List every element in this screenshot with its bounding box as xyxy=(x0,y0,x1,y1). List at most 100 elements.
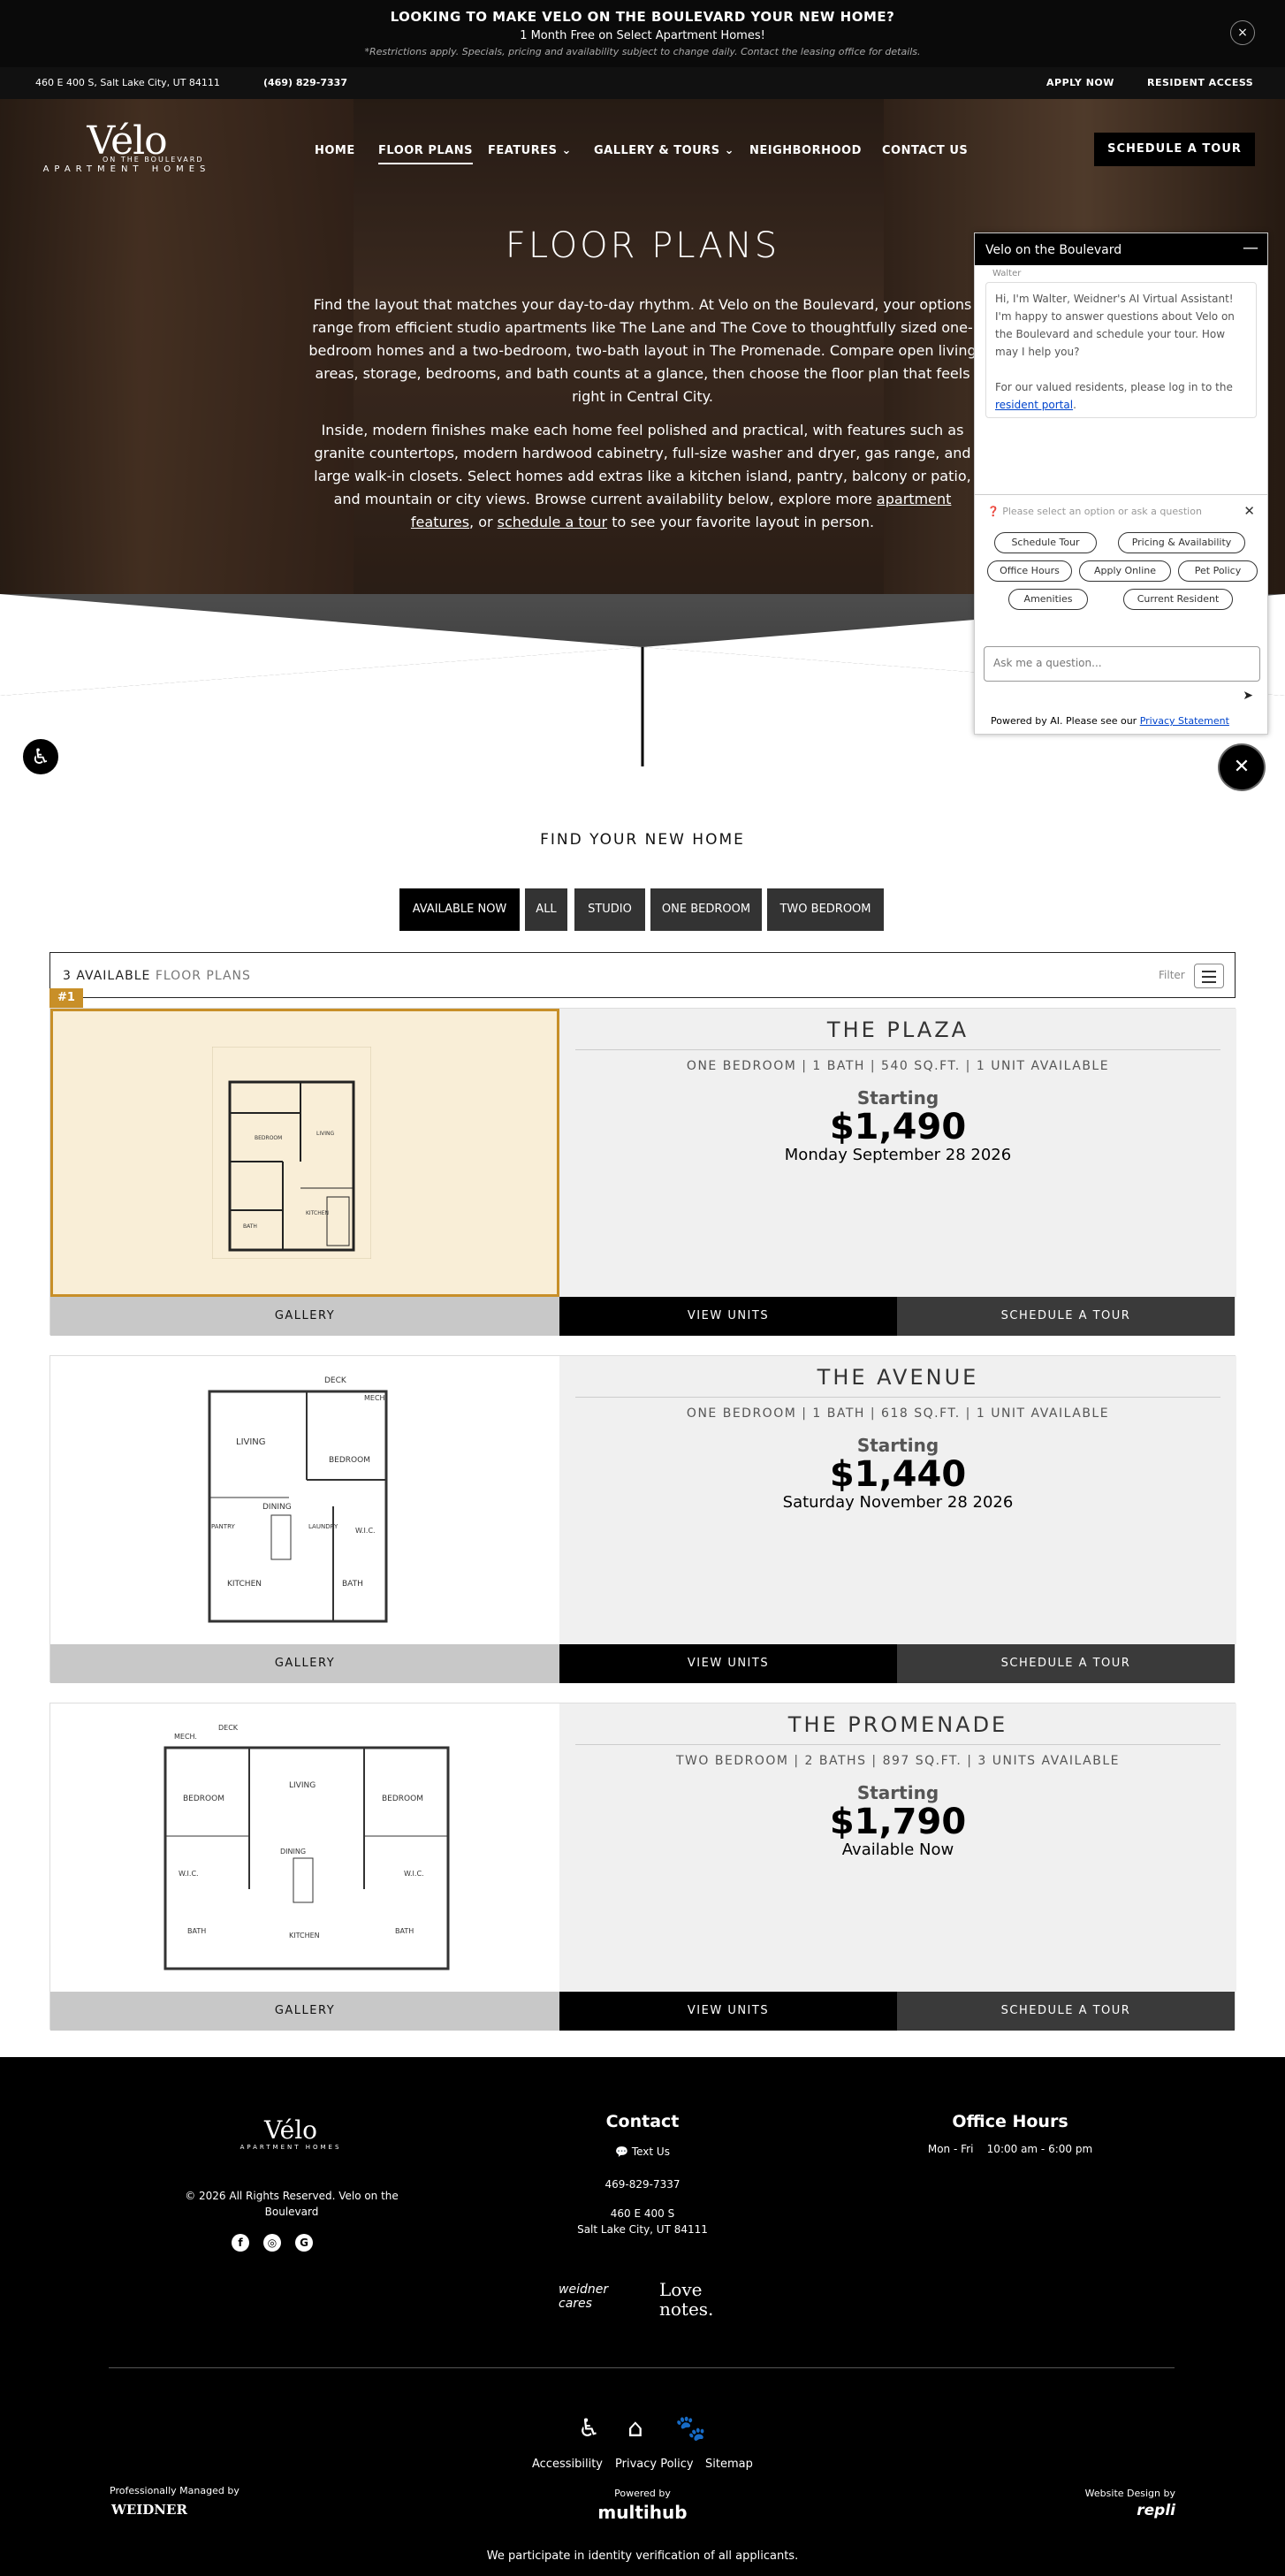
address-link[interactable]: 460 E 400 S, Salt Lake City, UT 84111 xyxy=(35,77,220,88)
facebook-icon[interactable]: f xyxy=(232,2234,249,2252)
chat-message-text: Hi, I'm Walter, Weidner's AI Virtual Ass… xyxy=(995,293,1235,358)
rank-badge: #1 xyxy=(49,988,83,1008)
privacy-statement-link[interactable]: Privacy Statement xyxy=(1140,715,1229,727)
weidner-logo[interactable]: WEIDNER xyxy=(111,2502,187,2518)
floorplan-image[interactable]: DECK MECH. LIVING BEDROOM DINING PANTRY … xyxy=(50,1356,559,1644)
filter-one-bedroom[interactable]: ONE BEDROOM xyxy=(650,888,762,931)
gallery-button[interactable]: GALLERY xyxy=(50,1297,559,1336)
hero-details-end: to see your favorite layout in person. xyxy=(607,514,875,530)
footer-address-2: Salt Lake City, UT 84111 xyxy=(577,2223,708,2236)
footer-logo[interactable]: Vélo APARTMENT HOMES xyxy=(233,2115,348,2152)
nav-contact[interactable]: CONTACT US xyxy=(882,144,968,157)
love-notes-logo[interactable]: Love notes. xyxy=(659,2280,730,2319)
view-units-button[interactable]: VIEW UNITS xyxy=(559,1992,897,2031)
chip-schedule-tour[interactable]: Schedule Tour xyxy=(994,532,1097,553)
view-units-button[interactable]: VIEW UNITS xyxy=(559,1297,897,1336)
floorplan-card: MECH. DECK BEDROOM LIVING BEDROOM DINING… xyxy=(49,1703,1236,2031)
equal-housing-icon: ⌂ xyxy=(627,2413,643,2443)
resident-portal-link[interactable]: resident portal xyxy=(995,399,1073,411)
gallery-button[interactable]: GALLERY xyxy=(50,1992,559,2031)
announcement-subtitle: 1 Month Free on Select Apartment Homes! xyxy=(520,29,765,42)
chat-powered: Powered by AI. Please see our Privacy St… xyxy=(991,715,1229,727)
site-logo[interactable]: Vélo ON THE BOULEVARD APARTMENT HOMES xyxy=(32,122,222,179)
accessibility-link[interactable]: Accessibility xyxy=(532,2458,603,2471)
schedule-tour-button[interactable]: SCHEDULE A TOUR xyxy=(897,1992,1235,2031)
verification-notice: We participate in identity verification … xyxy=(486,2549,799,2563)
resident-access-link[interactable]: RESIDENT ACCESS xyxy=(1147,77,1253,88)
filter-studio[interactable]: STUDIO xyxy=(574,888,645,931)
nav-floor-plans[interactable]: FLOOR PLANS xyxy=(378,144,473,164)
close-icon[interactable]: × xyxy=(1230,20,1255,45)
hero-details-text: Inside, modern finishes make each home f… xyxy=(314,422,971,507)
fp-label-deck: DECK xyxy=(218,1724,239,1732)
plan-price: $1,490 xyxy=(829,1107,967,1147)
view-units-button[interactable]: VIEW UNITS xyxy=(559,1644,897,1683)
filter-two-bedroom[interactable]: TWO BEDROOM xyxy=(767,888,884,931)
chat-dot: . xyxy=(1073,399,1076,411)
office-hours-heading: Office Hours xyxy=(952,2112,1068,2131)
privacy-policy-link[interactable]: Privacy Policy xyxy=(615,2458,694,2471)
repli-logo[interactable]: repli xyxy=(1052,2502,1175,2519)
chat-powered-text: Powered by AI. Please see our xyxy=(991,715,1140,727)
minimize-icon[interactable]: — xyxy=(1243,239,1258,257)
multihub-logo[interactable]: multihub xyxy=(554,2502,731,2523)
apply-now-link[interactable]: APPLY NOW xyxy=(1046,77,1114,88)
schedule-link[interactable]: schedule a tour xyxy=(498,514,607,530)
nav-neighborhood[interactable]: NEIGHBORHOOD xyxy=(749,144,862,157)
chip-apply-online[interactable]: Apply Online xyxy=(1079,560,1171,582)
chat-input[interactable]: Ask me a question... xyxy=(984,646,1260,682)
footer-logo-main: Vélo xyxy=(263,2115,318,2145)
filter-available-now[interactable]: AVAILABLE NOW xyxy=(399,888,520,931)
nav-home[interactable]: HOME xyxy=(315,144,355,157)
google-icon[interactable]: G xyxy=(295,2234,313,2252)
footer-copyright: © 2026 All Rights Reserved. Velo on the … xyxy=(185,2190,399,2218)
chip-pricing[interactable]: Pricing & Availability xyxy=(1118,532,1245,553)
chip-amenities[interactable]: Amenities xyxy=(1008,589,1088,610)
hero-details: Inside, modern finishes make each home f… xyxy=(300,419,985,534)
pet-friendly-icon: 🐾 xyxy=(675,2413,706,2443)
schedule-tour-button[interactable]: SCHEDULE A TOUR xyxy=(1094,133,1255,166)
instagram-icon[interactable]: ◎ xyxy=(263,2234,281,2252)
floorplan-image[interactable]: BEDROOM LIVING KITCHEN BATH xyxy=(50,1009,559,1297)
chip-office-hours[interactable]: Office Hours xyxy=(987,560,1072,582)
footer-divider xyxy=(109,2367,1175,2368)
chat-message: Hi, I'm Walter, Weidner's AI Virtual Ass… xyxy=(985,282,1257,418)
send-icon[interactable]: ➤ xyxy=(1243,689,1253,703)
floorplan-info: THE PLAZA ONE BEDROOM | 1 BATH | 540 SQ.… xyxy=(559,1009,1236,1297)
nav-features[interactable]: FEATURES ⌄ xyxy=(488,144,572,157)
hero-intro: Find the layout that matches your day-to… xyxy=(308,296,977,405)
fp-label-dining: DINING xyxy=(262,1503,292,1512)
schedule-tour-button[interactable]: SCHEDULE A TOUR xyxy=(897,1297,1235,1336)
chip-pet-policy[interactable]: Pet Policy xyxy=(1178,560,1258,582)
chat-header: Velo on the Boulevard — xyxy=(975,233,1267,265)
accessibility-icon[interactable]: ♿ xyxy=(21,737,60,776)
schedule-tour-button[interactable]: SCHEDULE A TOUR xyxy=(897,1644,1235,1683)
powered-by-label: Powered by xyxy=(614,2488,671,2499)
plan-available-date: Saturday November 28 2026 xyxy=(782,1493,1014,1512)
fp-label-kitchen: KITCHEN xyxy=(227,1580,262,1589)
plan-details: TWO BEDROOM | 2 BATHS | 897 SQ.FT. | 3 U… xyxy=(676,1754,1120,1768)
text-us-link[interactable]: 💬 Text Us xyxy=(554,2145,731,2158)
gallery-button[interactable]: GALLERY xyxy=(50,1644,559,1683)
footer-phone[interactable]: 469-829-7337 xyxy=(554,2178,731,2191)
fp-label-mech: MECH. xyxy=(174,1733,197,1741)
fp-label-wic: W.I.C. xyxy=(179,1870,199,1878)
filter-all[interactable]: ALL xyxy=(525,888,567,931)
chat-select-text: Please select an option or ask a questio… xyxy=(1002,506,1202,517)
close-icon[interactable]: ✕ xyxy=(1243,503,1255,519)
chat-close-icon[interactable]: ✕ xyxy=(1220,745,1264,789)
phone-link[interactable]: (469) 829-7337 xyxy=(263,77,347,88)
chat-title: Velo on the Boulevard xyxy=(985,243,1122,257)
logo-tag: APARTMENT HOMES xyxy=(42,164,211,174)
text-us-label: Text Us xyxy=(631,2145,670,2158)
chip-current-resident[interactable]: Current Resident xyxy=(1123,589,1233,610)
nav-gallery[interactable]: GALLERY & TOURS ⌄ xyxy=(594,144,734,157)
weidner-cares-logo[interactable]: weidner cares xyxy=(559,2283,636,2321)
fp-label-kitchen: KITCHEN xyxy=(289,1932,320,1940)
sitemap-link[interactable]: Sitemap xyxy=(705,2458,753,2471)
footer-logo-tag: APARTMENT HOMES xyxy=(240,2144,342,2151)
menu-icon[interactable] xyxy=(1194,964,1224,988)
fp-label-bedroom: BEDROOM xyxy=(183,1795,224,1803)
floorplan-image[interactable]: MECH. DECK BEDROOM LIVING BEDROOM DINING… xyxy=(50,1703,559,1992)
announcement-title: LOOKING TO MAKE VELO ON THE BOULEVARD YO… xyxy=(390,9,895,25)
